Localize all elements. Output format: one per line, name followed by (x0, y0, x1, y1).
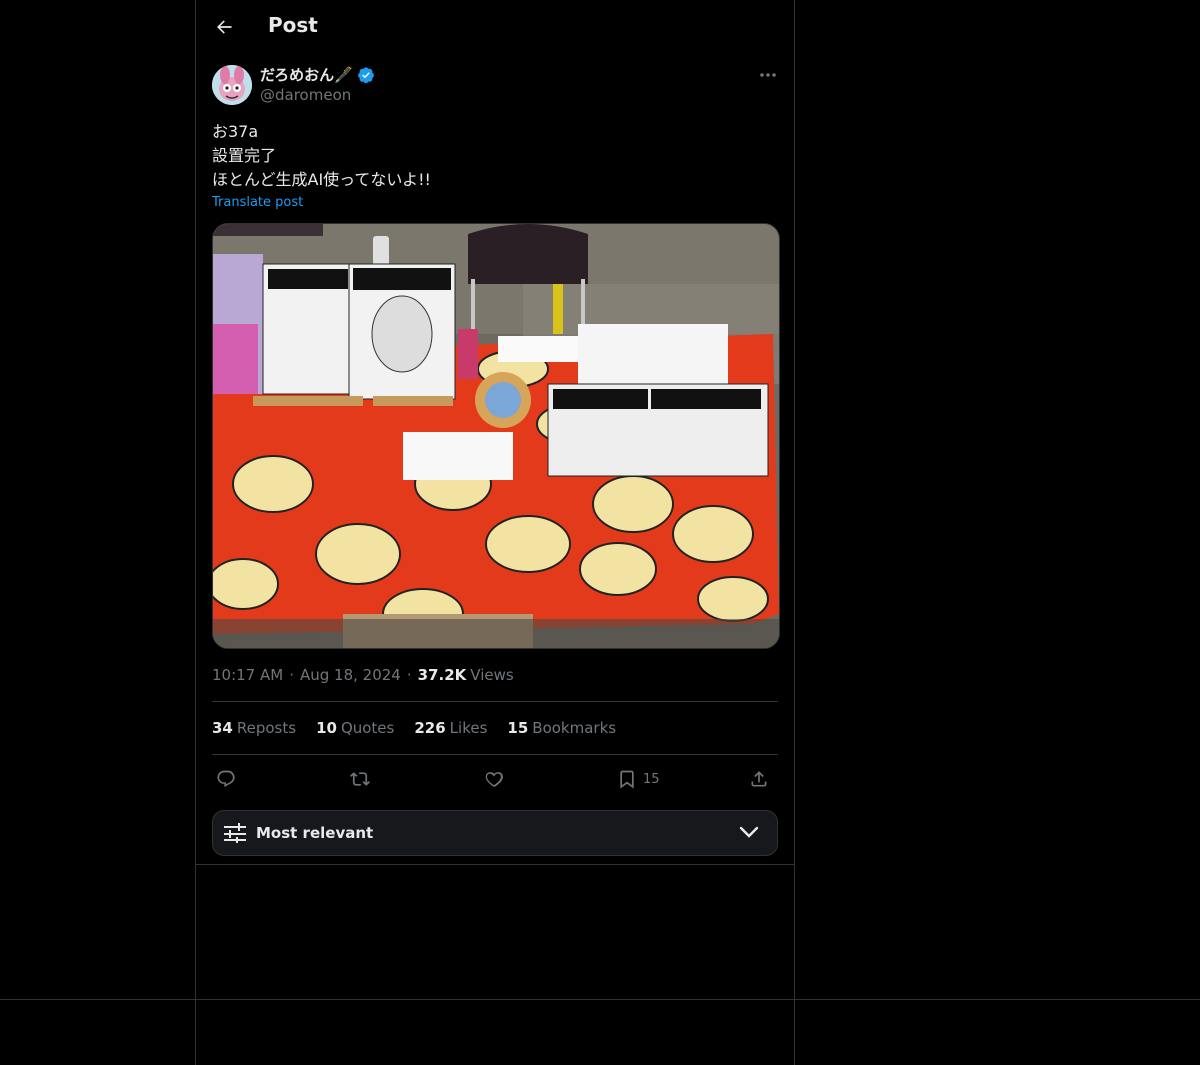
engagement-stats: 34 Reposts 10 Quotes 226 Likes 15 Bookmarks (212, 719, 616, 737)
post-date[interactable]: Aug 18, 2024 (300, 666, 401, 684)
divider (212, 701, 778, 702)
main-column: Post だろめおん🖋️ @daromeon お37a 設置完了 ほとんど生成A… (195, 0, 795, 1065)
more-options-button[interactable] (756, 66, 780, 84)
more-icon (760, 73, 776, 77)
reposts-label: Reposts (236, 719, 297, 737)
author-display-name[interactable]: だろめおん🖋️ (260, 64, 353, 85)
reply-button[interactable] (216, 762, 236, 796)
post-header: Post (196, 0, 794, 55)
action-bar: 15 (212, 762, 778, 796)
back-button[interactable] (206, 9, 242, 45)
repost-button[interactable] (350, 762, 370, 796)
repost-icon (350, 772, 370, 786)
likes-stat[interactable]: 226 Likes (414, 719, 487, 737)
post-time[interactable]: 10:17 AM (212, 666, 283, 684)
likes-label: Likes (449, 719, 488, 737)
reply-icon (217, 770, 235, 787)
bookmark-icon (620, 770, 634, 789)
author-name-row[interactable]: だろめおん🖋️ (260, 64, 375, 85)
bookmark-count: 15 (643, 771, 660, 787)
sliders-icon (224, 823, 246, 843)
likes-count: 226 (414, 719, 446, 737)
divider (212, 754, 778, 755)
quotes-count: 10 (316, 719, 337, 737)
bookmarks-stat[interactable]: 15 Bookmarks (507, 719, 616, 737)
reply-sort-dropdown[interactable]: Most relevant (212, 810, 778, 856)
reposts-stat[interactable]: 34 Reposts (212, 719, 296, 737)
author-handle[interactable]: @daromeon (260, 86, 351, 104)
sort-label: Most relevant (256, 824, 374, 842)
meta-separator: · (289, 666, 294, 684)
bookmarks-label: Bookmarks (532, 719, 617, 737)
verified-badge-icon (357, 66, 374, 83)
avatar[interactable] (212, 65, 252, 105)
page-title: Post (268, 13, 318, 37)
bookmarks-count: 15 (507, 719, 529, 737)
post-image[interactable] (212, 223, 780, 649)
share-button[interactable] (749, 762, 769, 796)
post-text-line: ほとんど生成AI使ってないよ!! (212, 170, 431, 189)
like-button[interactable] (484, 762, 504, 796)
avatar-image (212, 65, 252, 105)
booth-table-photo (213, 224, 779, 648)
views-count: 37.2K (417, 666, 467, 684)
divider (196, 864, 794, 865)
views-label: Views (470, 666, 514, 684)
post-text-line: お37a (212, 122, 259, 141)
quotes-stat[interactable]: 10 Quotes (316, 719, 394, 737)
arrow-left-icon (217, 20, 232, 34)
quotes-label: Quotes (340, 719, 395, 737)
reposts-count: 34 (212, 719, 233, 737)
bookmark-button[interactable]: 15 (617, 762, 660, 796)
chevron-down-icon (739, 826, 759, 838)
meta-separator: · (406, 666, 412, 684)
like-icon (485, 772, 503, 787)
post-text-line: 設置完了 (212, 146, 277, 165)
post-metadata: 10:17 AM · Aug 18, 2024 · 37.2K Views (212, 666, 514, 684)
share-icon (751, 771, 767, 787)
translate-post-link[interactable]: Translate post (212, 195, 303, 210)
post-text: お37a 設置完了 ほとんど生成AI使ってないよ!! (212, 120, 772, 192)
